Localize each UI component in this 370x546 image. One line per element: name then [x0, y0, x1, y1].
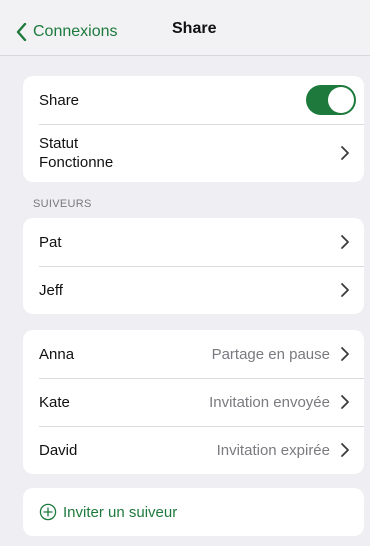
share-label: Share [39, 91, 80, 109]
follower-name: Jeff [39, 281, 63, 299]
invite-row[interactable]: Kate Invitation envoyée [23, 378, 364, 426]
invite-status: Invitation envoyée [209, 393, 330, 411]
follower-row[interactable]: Pat [23, 218, 364, 266]
status-row[interactable]: Statut Fonctionne [23, 124, 364, 182]
follower-row[interactable]: Jeff [23, 266, 364, 314]
status-value: Fonctionne [39, 154, 114, 171]
chevron-right-icon [341, 347, 349, 361]
chevron-left-icon [16, 23, 27, 41]
follower-name: Pat [39, 233, 62, 251]
invitee-name: Anna [39, 345, 75, 363]
followers-card: Pat Jeff [23, 218, 364, 314]
status-label: Statut Fonctionne [39, 134, 340, 172]
followers-section-header: SUIVEURS [33, 198, 92, 210]
navigation-bar: Connexions Share [0, 0, 370, 56]
chevron-right-icon [341, 283, 349, 297]
share-toggle-row: Share [23, 76, 364, 124]
chevron-right-icon [341, 395, 349, 409]
share-toggle[interactable] [306, 85, 356, 115]
invitee-name: Kate [39, 393, 70, 411]
chevron-right-icon [341, 146, 349, 160]
page-title: Share [172, 20, 217, 37]
chevron-right-icon [341, 235, 349, 249]
invite-card: Inviter un suiveur [23, 488, 364, 536]
toggle-knob [328, 87, 354, 113]
invite-row[interactable]: Anna Partage en pause [23, 330, 364, 378]
invitee-name: David [39, 441, 78, 459]
invite-follower-button[interactable]: Inviter un suiveur [23, 488, 364, 536]
invite-follower-label: Inviter un suiveur [63, 503, 178, 521]
back-button[interactable]: Connexions [16, 20, 118, 44]
plus-circle-icon [39, 503, 57, 521]
invite-row[interactable]: David Invitation expirée [23, 426, 364, 474]
back-label: Connexions [33, 23, 118, 40]
share-settings-card: Share Statut Fonctionne [23, 76, 364, 182]
invites-card: Anna Partage en pause Kate Invitation en… [23, 330, 364, 474]
status-title: Statut [39, 135, 79, 152]
chevron-right-icon [341, 443, 349, 457]
invite-status: Invitation expirée [216, 441, 330, 459]
invite-status: Partage en pause [211, 345, 330, 363]
